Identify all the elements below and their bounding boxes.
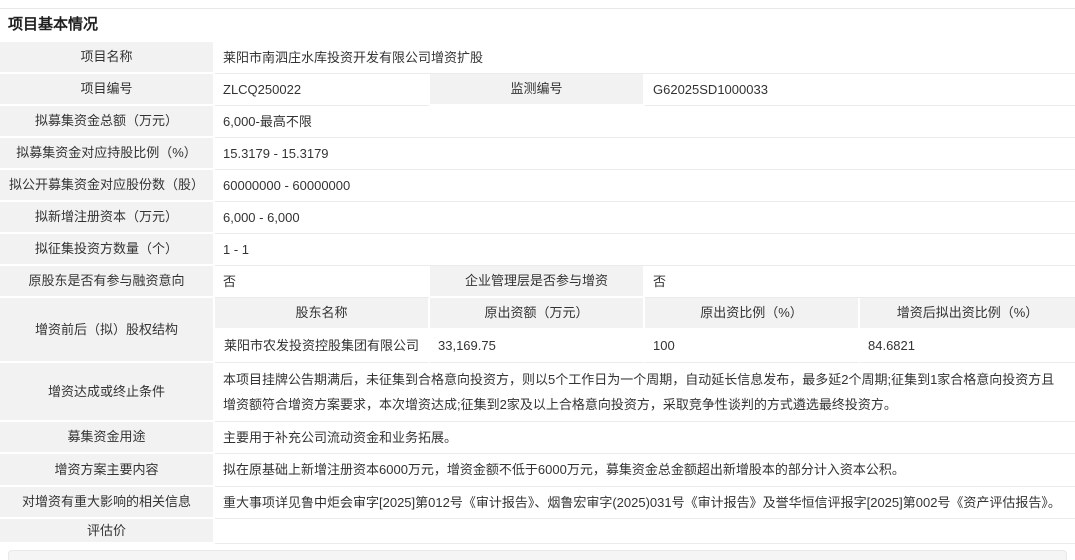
page-title: 项目基本情况 bbox=[0, 9, 1075, 42]
table-row: 项目名称 莱阳市南泗庄水库投资开发有限公司增资扩股 bbox=[0, 42, 1075, 74]
equity-table-header-row: 增资前后（拟）股权结构 股东名称 原出资额（万元） 原出资比例（%） 增资后拟出… bbox=[0, 298, 1075, 330]
field-label-project-name: 项目名称 bbox=[0, 42, 215, 74]
field-value-investor-count: 1 - 1 bbox=[215, 234, 1075, 266]
table-row: 拟征集投资方数量（个） 1 - 1 bbox=[0, 234, 1075, 266]
field-label-funds-usage: 募集资金用途 bbox=[0, 422, 215, 454]
table-row: 拟募集资金对应持股比例（%） 15.3179 - 15.3179 bbox=[0, 138, 1075, 170]
field-value-shareholding-ratio: 15.3179 - 15.3179 bbox=[215, 138, 1075, 170]
table-row: 项目编号 ZLCQ250022 监测编号 G62025SD1000033 bbox=[0, 74, 1075, 106]
table-row: 拟新增注册资本（万元） 6,000 - 6,000 bbox=[0, 202, 1075, 234]
field-value-major-info: 重大事项详见鲁中炬会审字[2025]第012号《审计报告》、烟鲁宏审字(2025… bbox=[215, 487, 1075, 519]
field-label-equity-structure: 增资前后（拟）股权结构 bbox=[0, 298, 215, 363]
field-label-management-participation: 企业管理层是否参与增资 bbox=[430, 266, 645, 298]
equity-cell-original-ratio: 100 bbox=[645, 330, 860, 363]
table-row: 对增资有重大影响的相关信息 重大事项详见鲁中炬会审字[2025]第012号《审计… bbox=[0, 487, 1075, 519]
equity-header-original-ratio: 原出资比例（%） bbox=[645, 298, 860, 330]
field-value-new-registered-capital: 6,000 - 6,000 bbox=[215, 202, 1075, 234]
field-label-plan-content: 增资方案主要内容 bbox=[0, 454, 215, 487]
field-label-completion-terms: 增资达成或终止条件 bbox=[0, 363, 215, 422]
table-row: 拟公开募集资金对应股份数（股） 60000000 - 60000000 bbox=[0, 170, 1075, 202]
field-value-project-name: 莱阳市南泗庄水库投资开发有限公司增资扩股 bbox=[215, 42, 1075, 74]
field-value-monitor-code: G62025SD1000033 bbox=[645, 74, 1075, 106]
field-label-major-info: 对增资有重大影响的相关信息 bbox=[0, 487, 215, 519]
field-label-new-registered-capital: 拟新增注册资本（万元） bbox=[0, 202, 215, 234]
table-row: 原股东是否有参与融资意向 否 企业管理层是否参与增资 否 bbox=[0, 266, 1075, 298]
equity-header-original-amount: 原出资额（万元） bbox=[430, 298, 645, 330]
equity-header-post-increase-ratio: 增资后拟出资比例（%） bbox=[860, 298, 1075, 330]
field-label-monitor-code: 监测编号 bbox=[430, 74, 645, 106]
table-row: 拟募集资金总额（万元） 6,000-最高不限 bbox=[0, 106, 1075, 138]
field-value-total-funds: 6,000-最高不限 bbox=[215, 106, 1075, 138]
table-row: 增资方案主要内容 拟在原基础上新增注册资本6000万元，增资金额不低于6000万… bbox=[0, 454, 1075, 487]
next-section-top-band bbox=[8, 550, 1067, 560]
field-value-plan-content: 拟在原基础上新增注册资本6000万元，增资金额不低于6000万元，募集资金总金额… bbox=[215, 454, 1075, 487]
table-row: 募集资金用途 主要用于补充公司流动资金和业务拓展。 bbox=[0, 422, 1075, 454]
field-label-evaluation-price: 评估价 bbox=[0, 519, 215, 544]
field-label-shareholding-ratio: 拟募集资金对应持股比例（%） bbox=[0, 138, 215, 170]
field-value-funds-usage: 主要用于补充公司流动资金和业务拓展。 bbox=[215, 422, 1075, 454]
field-label-investor-count: 拟征集投资方数量（个） bbox=[0, 234, 215, 266]
field-value-management-participation: 否 bbox=[645, 266, 1075, 298]
field-value-evaluation-price bbox=[215, 519, 1075, 544]
field-value-completion-terms: 本项目挂牌公告期满后，未征集到合格意向投资方，则以5个工作日为一个周期，自动延长… bbox=[215, 363, 1075, 422]
table-row: 增资达成或终止条件 本项目挂牌公告期满后，未征集到合格意向投资方，则以5个工作日… bbox=[0, 363, 1075, 422]
equity-cell-shareholder-name: 莱阳市农发投资控股集团有限公司 bbox=[215, 330, 430, 363]
field-value-shares-count: 60000000 - 60000000 bbox=[215, 170, 1075, 202]
field-value-project-code: ZLCQ250022 bbox=[215, 74, 430, 106]
field-label-project-code: 项目编号 bbox=[0, 74, 215, 106]
field-label-original-shareholder-intent: 原股东是否有参与融资意向 bbox=[0, 266, 215, 298]
project-info-table: 项目名称 莱阳市南泗庄水库投资开发有限公司增资扩股 项目编号 ZLCQ25002… bbox=[0, 42, 1075, 544]
field-label-total-funds: 拟募集资金总额（万元） bbox=[0, 106, 215, 138]
equity-header-shareholder-name: 股东名称 bbox=[215, 298, 430, 330]
equity-cell-original-amount: 33,169.75 bbox=[430, 330, 645, 363]
top-spacer bbox=[0, 0, 1075, 8]
table-row: 评估价 bbox=[0, 519, 1075, 544]
field-value-original-shareholder-intent: 否 bbox=[215, 266, 430, 298]
equity-cell-post-increase-ratio: 84.6821 bbox=[860, 330, 1075, 363]
field-label-shares-count: 拟公开募集资金对应股份数（股） bbox=[0, 170, 215, 202]
